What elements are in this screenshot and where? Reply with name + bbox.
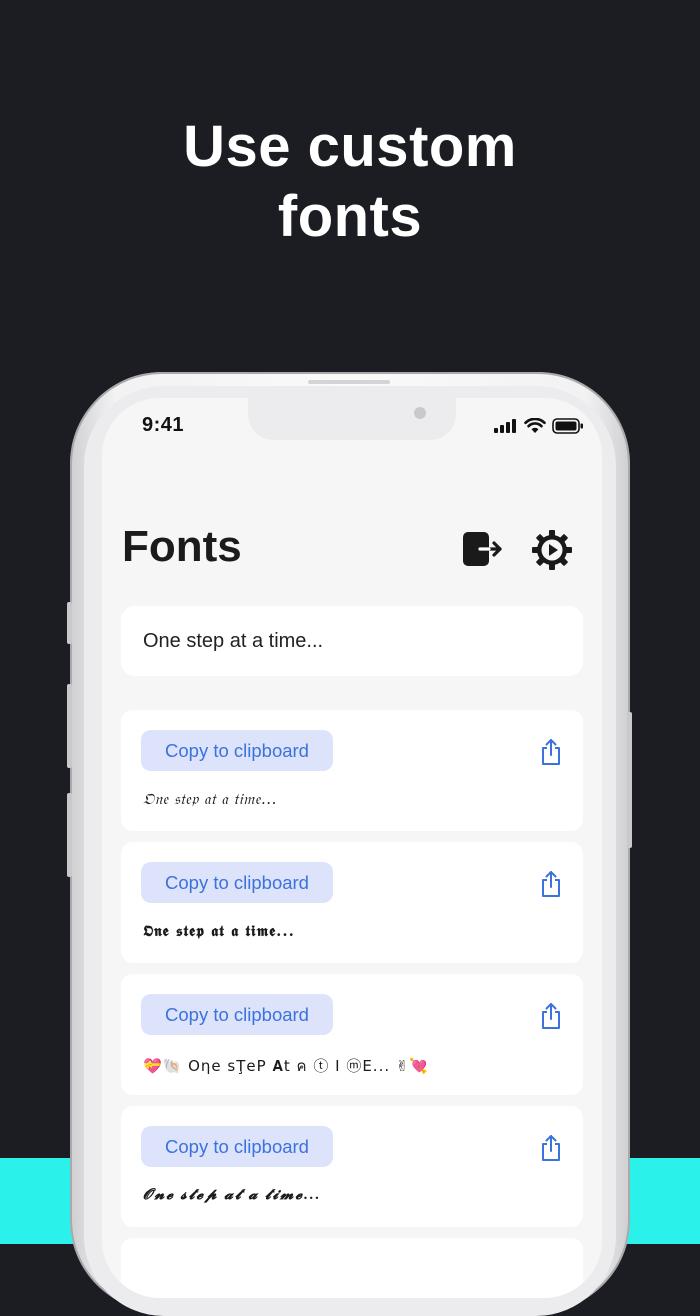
wifi-icon	[524, 418, 546, 433]
font-sample: 𝓞𝓷𝓮 𝓼𝓽𝓮𝓹 𝓪𝓽 𝓪 𝓽𝓲𝓶𝓮...	[143, 1187, 322, 1203]
font-card: Copy to clipboard 𝓞𝓷𝓮 𝓼𝓽𝓮𝓹 𝓪𝓽 𝓪 𝓽𝓲𝓶𝓮...	[121, 1106, 583, 1227]
share-button[interactable]	[539, 1134, 563, 1162]
copy-to-clipboard-button[interactable]: Copy to clipboard	[141, 862, 333, 903]
signal-icon	[494, 419, 516, 433]
text-input[interactable]: One step at a time...	[121, 606, 583, 676]
export-icon	[463, 532, 502, 566]
share-icon	[542, 1003, 560, 1029]
status-icons	[494, 418, 584, 434]
side-button-mute	[67, 602, 72, 644]
battery-icon	[552, 418, 583, 434]
front-camera	[414, 407, 426, 419]
status-time: 9:41	[142, 414, 185, 436]
headline: Use custom fonts	[0, 112, 700, 252]
font-sample: 💝🐚 Oηe sŢeР 𝐀t ค ⓣ I ⓜE... ✌💘	[143, 1057, 430, 1075]
share-icon	[542, 739, 560, 765]
phone-screen: 9:41 Fonts One step at a time... Copy to…	[102, 398, 602, 1298]
font-card: Copy to clipboard 𝕺𝖓𝖊 𝖘𝖙𝖊𝖕 𝖆𝖙 𝖆 𝖙𝖎𝖒𝖊...	[121, 842, 583, 963]
side-button-power	[627, 712, 632, 848]
share-button[interactable]	[539, 870, 563, 898]
font-card: Copy to clipboard 💝🐚 Oηe sŢeР 𝐀t ค ⓣ I ⓜ…	[121, 974, 583, 1095]
side-button-volume-up	[67, 684, 72, 768]
copy-to-clipboard-button[interactable]: Copy to clipboard	[141, 1126, 333, 1167]
notch	[248, 398, 456, 440]
speaker-grille	[308, 380, 390, 384]
side-button-volume-down	[67, 793, 72, 877]
font-card: Copy to clipboard 𝔒𝔫𝔢 𝔰𝔱𝔢𝔭 𝔞𝔱 𝔞 𝔱𝔦𝔪𝔢...	[121, 710, 583, 831]
settings-button[interactable]	[530, 528, 574, 572]
headline-line-1: Use custom	[183, 114, 517, 179]
share-button[interactable]	[539, 738, 563, 766]
headline-line-2: fonts	[277, 184, 423, 249]
export-button[interactable]	[460, 528, 504, 572]
gear-icon	[532, 530, 572, 570]
share-button[interactable]	[539, 1002, 563, 1030]
page-title: Fonts	[122, 522, 242, 571]
copy-to-clipboard-button[interactable]: Copy to clipboard	[141, 994, 333, 1035]
copy-to-clipboard-button[interactable]: Copy to clipboard	[141, 730, 333, 771]
font-sample: 𝔒𝔫𝔢 𝔰𝔱𝔢𝔭 𝔞𝔱 𝔞 𝔱𝔦𝔪𝔢...	[143, 790, 277, 808]
share-icon	[542, 1135, 560, 1161]
font-card-partial	[121, 1238, 583, 1298]
font-sample: 𝕺𝖓𝖊 𝖘𝖙𝖊𝖕 𝖆𝖙 𝖆 𝖙𝖎𝖒𝖊...	[143, 922, 295, 940]
share-icon	[542, 871, 560, 897]
